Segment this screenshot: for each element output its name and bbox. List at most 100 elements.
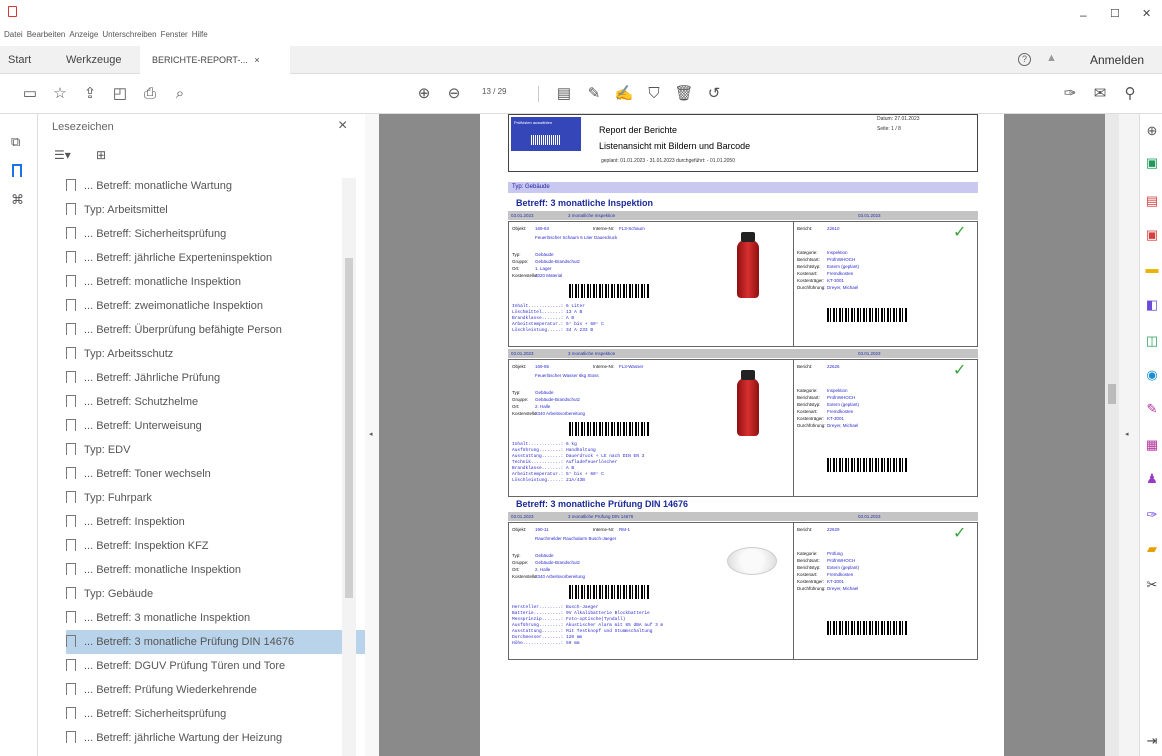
bookmark-label: ... Betreff: monatliche Inspektion	[84, 564, 241, 576]
menu-view[interactable]: Anzeige	[69, 30, 98, 39]
share-file-icon[interactable]: ◰	[110, 84, 130, 104]
options-menu-icon[interactable]: ☰▾	[54, 148, 71, 162]
bookmark-item[interactable]: Typ: EDV	[66, 438, 378, 462]
send-for-signature-icon[interactable]: ▦	[1145, 438, 1159, 452]
close-panel-icon[interactable]: ×	[338, 117, 347, 135]
minimize-button[interactable]: –	[1080, 8, 1087, 22]
bookmark-item[interactable]: ... Betreff: zweimonatliche Inspektion	[66, 294, 378, 318]
intern-value: RM-1	[619, 527, 630, 532]
doc-scrollbar-thumb[interactable]	[1108, 384, 1116, 404]
tab-tools[interactable]: Werkzeuge	[66, 46, 121, 74]
maximize-button[interactable]: ☐	[1110, 7, 1120, 20]
upload-icon[interactable]: ⇪	[80, 84, 100, 104]
field-value-berichtstyp: Extern (geplant)	[827, 402, 860, 407]
notification-bell-icon[interactable]: ▲	[1046, 52, 1057, 64]
right-panel-collapse-toggle[interactable]: ◂	[1119, 114, 1139, 756]
bookmark-item[interactable]: ... Betreff: Jährliche Prüfung	[66, 366, 378, 390]
bookmark-label: ... Betreff: jährliche Experteninspektio…	[84, 252, 273, 264]
bookmarks-scrollbar[interactable]	[342, 178, 356, 756]
bookmark-icon	[66, 587, 76, 599]
bookmark-item[interactable]: ... Betreff: jährliche Experteninspektio…	[66, 246, 378, 270]
field-value-typ: Gebäude	[535, 252, 554, 257]
star-icon[interactable]: ☆	[50, 84, 70, 104]
bookmark-item[interactable]: ... Betreff: Sicherheitsprüfung	[66, 702, 378, 726]
tab-start[interactable]: Start	[8, 46, 31, 74]
bookmark-item[interactable]: ... Betreff: monatliche Inspektion	[66, 558, 378, 582]
mail-icon[interactable]: ✉	[1090, 84, 1110, 104]
menu-file[interactable]: Datei	[4, 30, 23, 39]
combine-files-icon[interactable]: ▤	[1145, 194, 1159, 208]
comment-tool-icon[interactable]: ▬	[1145, 262, 1159, 276]
sign-in-button[interactable]: Anmelden	[1090, 53, 1144, 67]
pen-icon[interactable]: ✎	[584, 84, 604, 104]
page-up-icon[interactable]: ⊕	[414, 84, 434, 104]
bookmark-item[interactable]: Typ: Arbeitsmittel	[66, 198, 378, 222]
bookmark-item[interactable]: ... Betreff: Inspektion	[66, 510, 378, 534]
create-pdf-icon[interactable]: ▣	[1145, 156, 1159, 170]
more-tools-icon[interactable]: ▰	[1145, 542, 1159, 556]
bookmark-label: ... Betreff: Toner wechseln	[84, 468, 211, 480]
prepare-form-icon[interactable]: ✑	[1145, 508, 1159, 522]
field-value-durchfuehrung: Dreyer, Michael	[827, 285, 859, 290]
bookmark-item[interactable]: ... Betreff: Prüfung Wiederkehrende	[66, 678, 378, 702]
page-down-icon[interactable]: ⊖	[444, 84, 464, 104]
collapse-tools-icon[interactable]: ⇥	[1145, 734, 1159, 748]
menu-window[interactable]: Fenster	[161, 30, 188, 39]
bookmark-item[interactable]: ... Betreff: Sicherheitsprüfung	[66, 222, 378, 246]
fill-sign-icon[interactable]: ✎	[1145, 402, 1159, 416]
comment-icon[interactable]: ▤	[554, 84, 574, 104]
bookmark-item[interactable]: ... Betreff: DGUV Prüfung Türen und Tore	[66, 654, 378, 678]
document-scrollbar[interactable]	[1105, 114, 1119, 756]
add-bookmark-icon[interactable]: ⊞	[96, 148, 106, 162]
page-current[interactable]: 13	[482, 87, 491, 96]
tab-document[interactable]: BERICHTE-REPORT-... ×	[140, 46, 290, 74]
attachment-icon[interactable]: ⌘	[11, 192, 24, 208]
sign-icon[interactable]: ✍	[614, 84, 634, 104]
report-barcode	[827, 308, 907, 322]
bookmark-item[interactable]: ... Betreff: Überprüfung befähigte Perso…	[66, 318, 378, 342]
field-label: Gruppe:	[512, 397, 529, 402]
bookmark-item[interactable]: ... Betreff: monatliche Wartung	[66, 174, 378, 198]
bookmark-item[interactable]: Typ: Gebäude	[66, 582, 378, 606]
stamp-icon[interactable]: ⛉	[644, 84, 664, 104]
help-icon[interactable]: ?	[1018, 53, 1031, 66]
menu-help[interactable]: Hilfe	[192, 30, 208, 39]
bookmark-item[interactable]: ... Betreff: Toner wechseln	[66, 462, 378, 486]
pages-thumbnail-icon[interactable]: ⧉	[11, 134, 20, 150]
bookmark-item[interactable]: ... Betreff: Schutzhelme	[66, 390, 378, 414]
save-icon[interactable]: ▭	[20, 84, 40, 104]
bookmark-item[interactable]: Typ: Arbeitsschutz	[66, 342, 378, 366]
scan-icon[interactable]: ◉	[1145, 368, 1159, 382]
bookmark-item[interactable]: Typ: Fuhrpark	[66, 486, 378, 510]
trash-icon[interactable]: 🗑	[674, 84, 694, 104]
bookmark-item[interactable]: ... Betreff: Inspektion KFZ	[66, 534, 378, 558]
rotate-icon[interactable]: ↺	[704, 84, 724, 104]
menu-edit[interactable]: Bearbeiten	[27, 30, 66, 39]
panel-collapse-toggle[interactable]: ◂	[365, 114, 379, 756]
bookmark-rail-icon[interactable]	[12, 164, 22, 177]
bookmark-item[interactable]: ... Betreff: monatliche Inspektion	[66, 270, 378, 294]
bookmark-item[interactable]: ... Betreff: jährliche Wartung der Heizu…	[66, 726, 378, 750]
menu-sign[interactable]: Unterschreiben	[102, 30, 156, 39]
checkmark-icon: ✓	[953, 525, 967, 542]
signature-tool-icon[interactable]: ✑	[1060, 84, 1080, 104]
field-label: Ort:	[512, 404, 520, 409]
page-number-field[interactable]: 13 / 29	[482, 87, 506, 96]
search-text-icon[interactable]: ⚲	[1120, 84, 1140, 104]
close-window-button[interactable]: ✕	[1142, 7, 1151, 20]
tab-close-icon[interactable]: ×	[254, 55, 259, 65]
edit-pdf-icon[interactable]: ◫	[1145, 334, 1159, 348]
print-icon[interactable]: ⎙	[140, 84, 160, 104]
protect-icon[interactable]: ♟	[1145, 472, 1159, 486]
bookmark-item[interactable]: ... Betreff: 3 monatliche Inspektion	[66, 606, 378, 630]
bookmark-item[interactable]: ... Betreff: 3 monatliche Prüfung DIN 14…	[66, 630, 378, 654]
search-icon[interactable]: ⌕	[170, 84, 190, 104]
organize-pages-icon[interactable]: ◧	[1145, 298, 1159, 312]
customize-tools-icon[interactable]: ✂	[1145, 578, 1159, 592]
bookmark-item[interactable]: ... Betreff: Unterweisung	[66, 414, 378, 438]
field-label: Typ:	[512, 553, 521, 558]
scrollbar-thumb[interactable]	[345, 258, 353, 598]
field-value-kategorie: Inspektion	[827, 250, 848, 255]
export-pdf-icon[interactable]: ▣	[1145, 228, 1159, 242]
zoom-icon[interactable]: ⊕	[1145, 124, 1159, 138]
